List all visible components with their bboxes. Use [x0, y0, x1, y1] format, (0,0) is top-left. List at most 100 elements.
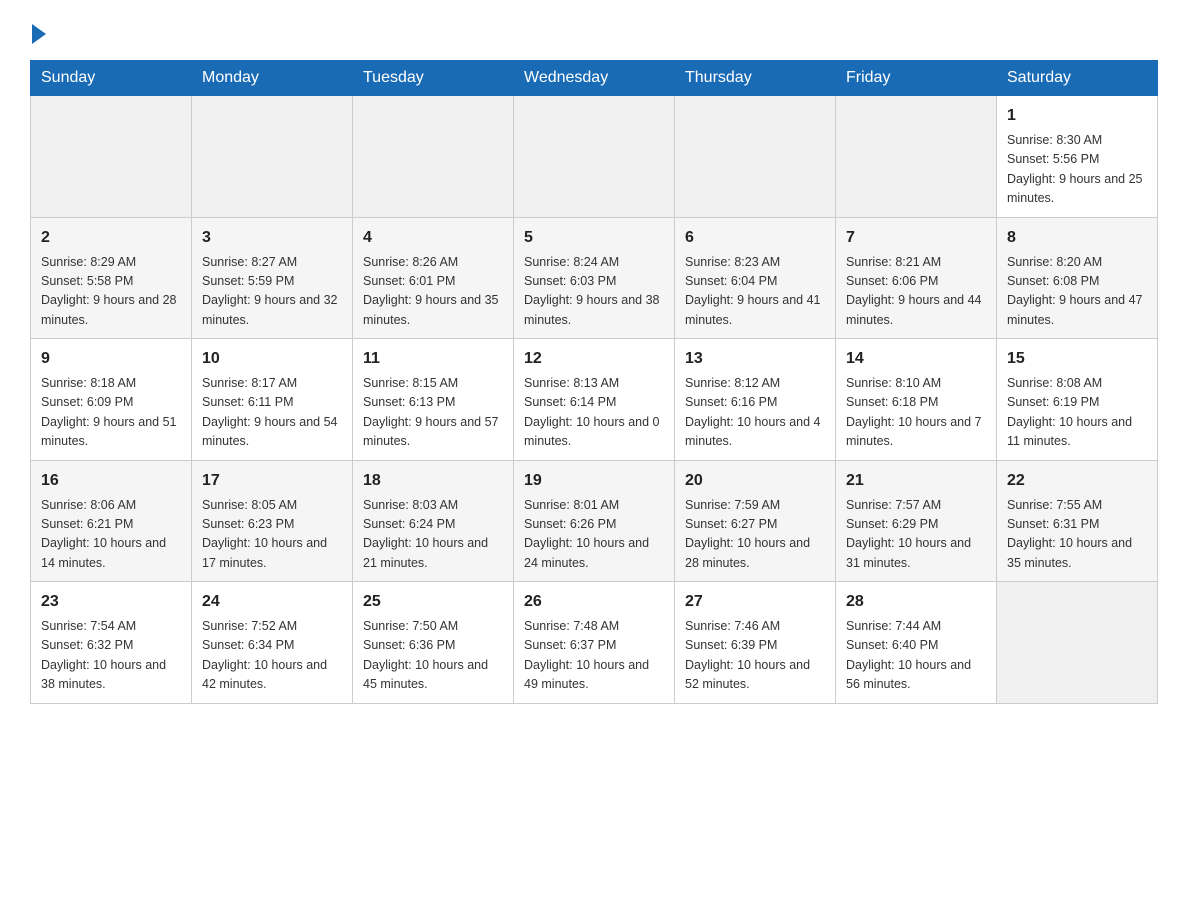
- day-number: 11: [363, 347, 503, 371]
- calendar-cell: [192, 96, 353, 218]
- logo-arrow-icon: [32, 24, 46, 44]
- day-info: Sunrise: 8:03 AM Sunset: 6:24 PM Dayligh…: [363, 496, 503, 574]
- calendar-cell: 1 Sunrise: 8:30 AM Sunset: 5:56 PM Daylig…: [997, 96, 1158, 218]
- day-info: Sunrise: 7:52 AM Sunset: 6:34 PM Dayligh…: [202, 617, 342, 695]
- day-info: Sunrise: 8:12 AM Sunset: 6:16 PM Dayligh…: [685, 374, 825, 452]
- day-info: Sunrise: 8:05 AM Sunset: 6:23 PM Dayligh…: [202, 496, 342, 574]
- day-number: 4: [363, 226, 503, 250]
- day-number: 24: [202, 590, 342, 614]
- weekday-header-wednesday: Wednesday: [514, 61, 675, 96]
- calendar-cell: 25 Sunrise: 7:50 AM Sunset: 6:36 PM Dayli…: [353, 582, 514, 704]
- day-info: Sunrise: 8:29 AM Sunset: 5:58 PM Dayligh…: [41, 253, 181, 331]
- day-info: Sunrise: 8:18 AM Sunset: 6:09 PM Dayligh…: [41, 374, 181, 452]
- weekday-header-saturday: Saturday: [997, 61, 1158, 96]
- calendar-cell: 16 Sunrise: 8:06 AM Sunset: 6:21 PM Dayli…: [31, 460, 192, 582]
- calendar-week-row: 2 Sunrise: 8:29 AM Sunset: 5:58 PM Daylig…: [31, 217, 1158, 339]
- day-info: Sunrise: 8:24 AM Sunset: 6:03 PM Dayligh…: [524, 253, 664, 331]
- day-info: Sunrise: 8:06 AM Sunset: 6:21 PM Dayligh…: [41, 496, 181, 574]
- calendar-cell: 15 Sunrise: 8:08 AM Sunset: 6:19 PM Dayli…: [997, 339, 1158, 461]
- page-header: [30, 20, 1158, 44]
- day-number: 2: [41, 226, 181, 250]
- calendar-week-row: 1 Sunrise: 8:30 AM Sunset: 5:56 PM Daylig…: [31, 96, 1158, 218]
- day-number: 26: [524, 590, 664, 614]
- day-number: 16: [41, 469, 181, 493]
- calendar-cell: 21 Sunrise: 7:57 AM Sunset: 6:29 PM Dayli…: [836, 460, 997, 582]
- day-info: Sunrise: 7:44 AM Sunset: 6:40 PM Dayligh…: [846, 617, 986, 695]
- day-info: Sunrise: 7:50 AM Sunset: 6:36 PM Dayligh…: [363, 617, 503, 695]
- day-info: Sunrise: 8:15 AM Sunset: 6:13 PM Dayligh…: [363, 374, 503, 452]
- calendar-cell: 11 Sunrise: 8:15 AM Sunset: 6:13 PM Dayli…: [353, 339, 514, 461]
- day-info: Sunrise: 7:46 AM Sunset: 6:39 PM Dayligh…: [685, 617, 825, 695]
- day-number: 14: [846, 347, 986, 371]
- day-number: 19: [524, 469, 664, 493]
- day-info: Sunrise: 7:55 AM Sunset: 6:31 PM Dayligh…: [1007, 496, 1147, 574]
- logo: [30, 20, 46, 44]
- calendar-cell: 3Sunrise: 8:27 AM Sunset: 5:59 PM Daylig…: [192, 217, 353, 339]
- calendar-cell: 20 Sunrise: 7:59 AM Sunset: 6:27 PM Dayli…: [675, 460, 836, 582]
- day-info: Sunrise: 7:59 AM Sunset: 6:27 PM Dayligh…: [685, 496, 825, 574]
- day-number: 17: [202, 469, 342, 493]
- day-number: 23: [41, 590, 181, 614]
- calendar-cell: 13 Sunrise: 8:12 AM Sunset: 6:16 PM Dayli…: [675, 339, 836, 461]
- calendar-cell: 14 Sunrise: 8:10 AM Sunset: 6:18 PM Dayli…: [836, 339, 997, 461]
- day-info: Sunrise: 8:01 AM Sunset: 6:26 PM Dayligh…: [524, 496, 664, 574]
- day-number: 28: [846, 590, 986, 614]
- calendar-week-row: 16 Sunrise: 8:06 AM Sunset: 6:21 PM Dayli…: [31, 460, 1158, 582]
- calendar-table: SundayMondayTuesdayWednesdayThursdayFrid…: [30, 60, 1158, 704]
- weekday-header-friday: Friday: [836, 61, 997, 96]
- calendar-cell: 5 Sunrise: 8:24 AM Sunset: 6:03 PM Daylig…: [514, 217, 675, 339]
- calendar-cell: 28 Sunrise: 7:44 AM Sunset: 6:40 PM Dayli…: [836, 582, 997, 704]
- calendar-cell: 9 Sunrise: 8:18 AM Sunset: 6:09 PM Daylig…: [31, 339, 192, 461]
- day-info: Sunrise: 8:21 AM Sunset: 6:06 PM Dayligh…: [846, 253, 986, 331]
- day-info: Sunrise: 7:57 AM Sunset: 6:29 PM Dayligh…: [846, 496, 986, 574]
- calendar-cell: 8 Sunrise: 8:20 AM Sunset: 6:08 PM Daylig…: [997, 217, 1158, 339]
- day-info: Sunrise: 8:17 AM Sunset: 6:11 PM Dayligh…: [202, 374, 342, 452]
- day-number: 6: [685, 226, 825, 250]
- weekday-header-row: SundayMondayTuesdayWednesdayThursdayFrid…: [31, 61, 1158, 96]
- calendar-cell: 22 Sunrise: 7:55 AM Sunset: 6:31 PM Dayli…: [997, 460, 1158, 582]
- day-number: 21: [846, 469, 986, 493]
- day-info: Sunrise: 7:48 AM Sunset: 6:37 PM Dayligh…: [524, 617, 664, 695]
- weekday-header-monday: Monday: [192, 61, 353, 96]
- calendar-cell: [353, 96, 514, 218]
- day-number: 25: [363, 590, 503, 614]
- day-info: Sunrise: 8:10 AM Sunset: 6:18 PM Dayligh…: [846, 374, 986, 452]
- weekday-header-sunday: Sunday: [31, 61, 192, 96]
- day-number: 20: [685, 469, 825, 493]
- calendar-cell: 4 Sunrise: 8:26 AM Sunset: 6:01 PM Daylig…: [353, 217, 514, 339]
- calendar-cell: 24 Sunrise: 7:52 AM Sunset: 6:34 PM Dayli…: [192, 582, 353, 704]
- calendar-cell: 26 Sunrise: 7:48 AM Sunset: 6:37 PM Dayli…: [514, 582, 675, 704]
- day-number: 22: [1007, 469, 1147, 493]
- day-info: Sunrise: 8:26 AM Sunset: 6:01 PM Dayligh…: [363, 253, 503, 331]
- calendar-week-row: 23 Sunrise: 7:54 AM Sunset: 6:32 PM Dayli…: [31, 582, 1158, 704]
- day-number: 10: [202, 347, 342, 371]
- calendar-cell: 18 Sunrise: 8:03 AM Sunset: 6:24 PM Dayli…: [353, 460, 514, 582]
- day-number: 1: [1007, 104, 1147, 128]
- day-info: Sunrise: 8:08 AM Sunset: 6:19 PM Dayligh…: [1007, 374, 1147, 452]
- weekday-header-thursday: Thursday: [675, 61, 836, 96]
- day-number: 18: [363, 469, 503, 493]
- calendar-cell: 27 Sunrise: 7:46 AM Sunset: 6:39 PM Dayli…: [675, 582, 836, 704]
- calendar-cell: [675, 96, 836, 218]
- day-number: 27: [685, 590, 825, 614]
- day-number: 5: [524, 226, 664, 250]
- calendar-cell: 12 Sunrise: 8:13 AM Sunset: 6:14 PM Dayli…: [514, 339, 675, 461]
- calendar-cell: [31, 96, 192, 218]
- calendar-cell: [836, 96, 997, 218]
- day-number: 3: [202, 226, 342, 250]
- day-info: Sunrise: 8:20 AM Sunset: 6:08 PM Dayligh…: [1007, 253, 1147, 331]
- day-info: Sunrise: 8:13 AM Sunset: 6:14 PM Dayligh…: [524, 374, 664, 452]
- day-number: 13: [685, 347, 825, 371]
- day-info: Sunrise: 7:54 AM Sunset: 6:32 PM Dayligh…: [41, 617, 181, 695]
- day-number: 15: [1007, 347, 1147, 371]
- calendar-cell: 19 Sunrise: 8:01 AM Sunset: 6:26 PM Dayli…: [514, 460, 675, 582]
- calendar-cell: [997, 582, 1158, 704]
- day-number: 9: [41, 347, 181, 371]
- calendar-cell: 17 Sunrise: 8:05 AM Sunset: 6:23 PM Dayli…: [192, 460, 353, 582]
- day-info: Sunrise: 8:23 AM Sunset: 6:04 PM Dayligh…: [685, 253, 825, 331]
- calendar-cell: 7 Sunrise: 8:21 AM Sunset: 6:06 PM Daylig…: [836, 217, 997, 339]
- day-number: 7: [846, 226, 986, 250]
- day-number: 12: [524, 347, 664, 371]
- day-info: Sunrise: 8:30 AM Sunset: 5:56 PM Dayligh…: [1007, 131, 1147, 209]
- day-number: 8: [1007, 226, 1147, 250]
